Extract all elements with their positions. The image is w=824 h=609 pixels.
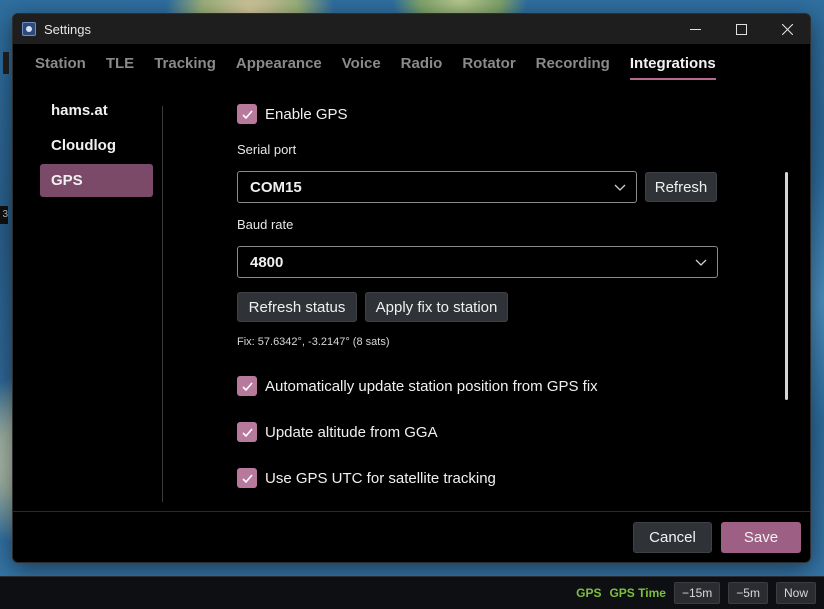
enable-gps-row[interactable]: Enable GPS <box>237 104 348 124</box>
tab-recording[interactable]: Recording <box>536 55 610 74</box>
tab-tle[interactable]: TLE <box>106 55 134 74</box>
gps-utc-checkbox[interactable] <box>237 468 257 488</box>
sidebar-item-gps[interactable]: GPS <box>40 164 153 197</box>
gps-fix-readout: Fix: 57.6342°, -3.2147° (8 sats) <box>237 336 390 348</box>
app-icon <box>22 22 36 36</box>
tab-station[interactable]: Station <box>35 55 86 74</box>
sidebar-divider <box>162 106 163 502</box>
tab-appearance[interactable]: Appearance <box>236 55 322 74</box>
now-button[interactable]: Now <box>775 582 816 604</box>
gps-utc-label: Use GPS UTC for satellite tracking <box>265 469 496 487</box>
check-icon <box>241 473 253 483</box>
baud-rate-select[interactable]: 4800 <box>237 246 718 278</box>
enable-gps-label: Enable GPS <box>265 105 348 123</box>
auto-update-position-row[interactable]: Automatically update station position fr… <box>237 376 598 396</box>
refresh-status-button[interactable]: Refresh status <box>237 292 357 322</box>
minimize-icon[interactable] <box>672 14 718 44</box>
title-bar: Settings <box>13 14 810 44</box>
maximize-icon[interactable] <box>718 14 764 44</box>
tab-integrations[interactable]: Integrations <box>629 55 716 80</box>
chevron-down-icon <box>695 259 707 266</box>
bottom-status-bar: GPS GPS Time −15m −5m Now <box>0 576 824 609</box>
integrations-sidebar: hams.at Cloudlog GPS <box>40 94 153 199</box>
baud-rate-value: 4800 <box>250 253 284 271</box>
close-icon[interactable] <box>764 14 810 44</box>
tab-rotator[interactable]: Rotator <box>462 55 515 74</box>
tab-radio[interactable]: Radio <box>401 55 443 74</box>
tab-tracking[interactable]: Tracking <box>154 55 216 74</box>
settings-window: Settings Station TLE Tracking Appearance… <box>12 13 811 563</box>
window-controls <box>672 14 810 44</box>
auto-update-position-label: Automatically update station position fr… <box>265 377 598 395</box>
chevron-down-icon <box>614 184 626 191</box>
baud-rate-label: Baud rate <box>237 217 294 232</box>
auto-update-position-checkbox[interactable] <box>237 376 257 396</box>
tab-voice[interactable]: Voice <box>342 55 381 74</box>
check-icon <box>241 427 253 437</box>
sidebar-item-hams-at[interactable]: hams.at <box>40 94 153 127</box>
settings-tabs: Station TLE Tracking Appearance Voice Ra… <box>13 44 810 84</box>
refresh-ports-button[interactable]: Refresh <box>645 172 717 202</box>
content-scrollbar[interactable] <box>785 172 788 400</box>
enable-gps-checkbox[interactable] <box>237 104 257 124</box>
update-altitude-label: Update altitude from GGA <box>265 423 438 441</box>
minus-15m-button[interactable]: −15m <box>673 582 721 604</box>
gps-status: GPS <box>576 586 602 600</box>
save-button[interactable]: Save <box>721 522 801 553</box>
cancel-button[interactable]: Cancel <box>633 522 712 553</box>
update-altitude-checkbox[interactable] <box>237 422 257 442</box>
left-edge-tag: 3 <box>0 206 8 224</box>
gps-time-status: GPS Time <box>609 586 666 600</box>
check-icon <box>241 381 253 391</box>
minus-5m-button[interactable]: −5m <box>728 582 768 604</box>
serial-port-label: Serial port <box>237 142 297 157</box>
sidebar-item-cloudlog[interactable]: Cloudlog <box>40 129 153 162</box>
left-edge-marker <box>3 52 9 74</box>
settings-body: hams.at Cloudlog GPS Enable GPS Serial p… <box>13 84 810 514</box>
serial-port-value: COM15 <box>250 178 302 196</box>
serial-port-select[interactable]: COM15 <box>237 171 637 203</box>
update-altitude-row[interactable]: Update altitude from GGA <box>237 422 438 442</box>
check-icon <box>241 109 253 119</box>
footer-divider <box>13 511 810 512</box>
window-title: Settings <box>44 21 91 37</box>
gps-utc-row[interactable]: Use GPS UTC for satellite tracking <box>237 468 496 488</box>
apply-fix-button[interactable]: Apply fix to station <box>365 292 508 322</box>
